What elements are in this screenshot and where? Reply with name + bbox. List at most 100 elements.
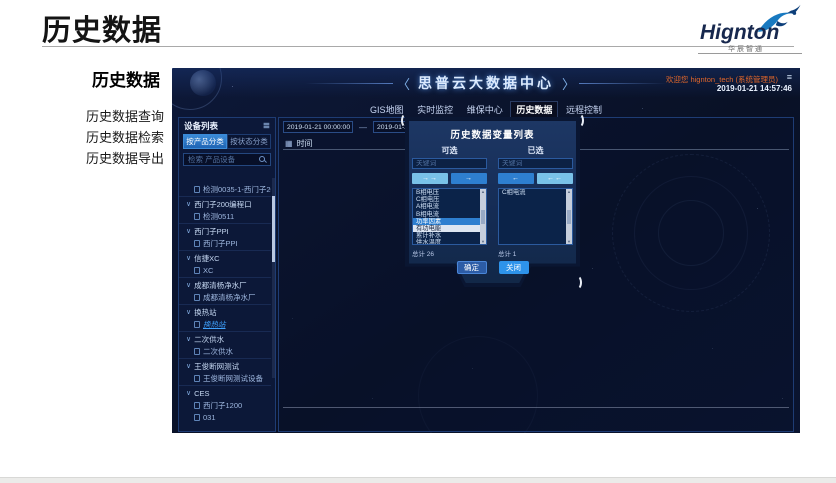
device-tree: 检测0035-1-西门子200∨西门子200编程口检测0511∨西门子PPI西门… — [179, 182, 271, 430]
scroll-down-icon[interactable]: ▼ — [481, 239, 485, 244]
device-panel-title: 设备列表 — [184, 120, 218, 132]
chosen-transfer-buttons: ← ←← — [498, 173, 573, 184]
device-tree-scrollbar[interactable] — [272, 178, 275, 378]
tree-group: ∨CES西门子1200031 — [179, 385, 271, 424]
variable-list-modal: 历史数据变量列表 可选 →→ → B相电压C相电压A相电流B相电流功率因素有功电… — [405, 117, 580, 295]
confirm-button[interactable]: 确定 — [457, 261, 487, 274]
chevron-down-icon: ∨ — [186, 362, 191, 370]
tree-group-header[interactable]: ∨西门子200编程口 — [179, 198, 271, 210]
device-search-input[interactable] — [188, 155, 259, 164]
scroll-down-icon[interactable]: ▼ — [567, 239, 571, 244]
scrollbar-thumb[interactable] — [567, 210, 571, 224]
device-icon — [194, 414, 200, 421]
device-panel: 设备列表 ≣ 按产品分类按状态分类 检测0035-1-西门子200∨西门子200… — [178, 117, 276, 432]
device-panel-tab[interactable]: 按状态分类 — [227, 134, 271, 149]
tree-group-label: 西门子200编程口 — [194, 199, 252, 210]
title-bracket-left: 〈 — [397, 74, 410, 93]
tree-group-label: 西门子PPI — [194, 226, 229, 237]
available-list: B相电压C相电压A相电流B相电流功率因素有功电能累计补水供水温度 ▲ ▼ — [412, 188, 487, 245]
chevron-down-icon: ∨ — [186, 335, 191, 343]
tree-group: ∨二次供水二次供水 — [179, 331, 271, 358]
scroll-up-icon[interactable]: ▲ — [481, 189, 485, 194]
available-total: 总计 26 — [412, 248, 487, 258]
available-column: 可选 →→ → B相电压C相电压A相电流B相电流功率因素有功电能累计补水供水温度… — [412, 145, 487, 258]
chosen-list-scrollbar[interactable]: ▲ ▼ — [566, 189, 572, 244]
chosen-label: 已选 — [498, 145, 573, 156]
tree-device-item[interactable]: 换热站 — [179, 318, 271, 330]
grid-icon: ▦ — [285, 139, 293, 148]
device-panel-tab[interactable]: 按产品分类 — [183, 134, 227, 149]
tree-group-header[interactable]: ∨成都清杨净水厂 — [179, 279, 271, 291]
tree-device-item[interactable]: 二次供水 — [179, 345, 271, 357]
variable-item[interactable]: 功率因素 — [413, 218, 480, 225]
tree-group-label: CES — [194, 389, 209, 398]
tree-group-header[interactable]: ∨二次供水 — [179, 333, 271, 345]
tree-item-label: 西门子PPI — [203, 238, 238, 249]
chosen-list: C相电流 ▲ ▼ — [498, 188, 573, 245]
tree-group: ∨西门子PPI西门子PPI — [179, 223, 271, 250]
tree-group-header[interactable]: ∨换热站 — [179, 306, 271, 318]
chevron-down-icon: ∨ — [186, 227, 191, 235]
page-title: 历史数据 — [42, 7, 162, 49]
nav-tab-实时监控[interactable]: 实时监控 — [411, 101, 459, 118]
move-all-left-button[interactable]: ←← — [537, 173, 573, 184]
available-list-items: B相电压C相电压A相电流B相电流功率因素有功电能累计补水供水温度 — [413, 189, 480, 244]
title-flank-left — [305, 83, 393, 84]
modal-corner-bracket-tr — [574, 113, 584, 128]
tree-item-label: 成都清杨净水厂 — [203, 292, 256, 303]
doc-menu-item: 历史数据导出 — [86, 148, 164, 169]
hamburger-menu-icon[interactable]: ≡ — [787, 72, 792, 82]
main-nav: GIS地图实时监控维保中心历史数据远程控制 — [364, 101, 608, 117]
chevron-down-icon: ∨ — [186, 200, 191, 208]
tree-device-item[interactable]: 031 — [179, 411, 271, 423]
tree-group-header[interactable]: ∨CES — [179, 387, 271, 399]
tree-group-header[interactable]: ∨西门子PPI — [179, 225, 271, 237]
tree-item-label: 检测0035-1-西门子200 — [203, 184, 271, 195]
tree-device-item[interactable]: 西门子PPI — [179, 237, 271, 249]
tree-item-label: 二次供水 — [203, 346, 233, 357]
close-button[interactable]: 关闭 — [499, 261, 529, 274]
available-list-scrollbar[interactable]: ▲ ▼ — [480, 189, 486, 244]
doc-menu-item: 历史数据查询 — [86, 106, 164, 127]
move-left-button[interactable]: ← — [498, 173, 534, 184]
scrollbar-thumb[interactable] — [481, 210, 485, 224]
move-right-button[interactable]: → — [451, 173, 487, 184]
tree-device-item[interactable]: 王俊断网测试设备 — [179, 372, 271, 384]
title-bracket-right: 〉 — [562, 74, 575, 93]
tree-device-item[interactable]: 检测0035-1-西门子200 — [179, 183, 271, 195]
chosen-search-input[interactable] — [499, 160, 572, 167]
nav-tab-远程控制[interactable]: 远程控制 — [560, 101, 608, 118]
nav-tab-维保中心[interactable]: 维保中心 — [461, 101, 509, 118]
variable-item[interactable]: 供水温度 — [413, 239, 480, 244]
variable-item[interactable]: C相电流 — [499, 189, 566, 196]
tree-group-label: 信捷XC — [194, 253, 219, 264]
tree-group-header[interactable]: ∨王俊断网测试 — [179, 360, 271, 372]
tree-group-label: 二次供水 — [194, 334, 224, 345]
logo-underline — [698, 53, 802, 54]
scroll-up-icon[interactable]: ▲ — [567, 189, 571, 194]
device-icon — [194, 402, 200, 409]
nav-tab-历史数据[interactable]: 历史数据 — [510, 101, 558, 118]
modal-corner-bracket-br — [572, 275, 582, 290]
modal-title: 历史数据变量列表 — [405, 127, 580, 141]
search-icon — [259, 156, 266, 163]
dashboard-screenshot: 〈 思普云大数据中心 〉 欢迎您 hignton_tech (系统管理员) ≡ … — [172, 68, 800, 433]
tree-group-header[interactable]: ∨信捷XC — [179, 252, 271, 264]
tree-device-item[interactable]: 成都清杨净水厂 — [179, 291, 271, 303]
tree-device-item[interactable]: XC — [179, 264, 271, 276]
move-all-right-button[interactable]: →→ — [412, 173, 448, 184]
panel-collapse-icon[interactable]: ≣ — [263, 120, 270, 131]
variable-item[interactable]: B相电流 — [413, 211, 480, 218]
device-icon — [194, 240, 200, 247]
available-search-input[interactable] — [413, 160, 486, 167]
scrollbar-thumb[interactable] — [272, 196, 275, 262]
variable-item[interactable]: A相电流 — [413, 203, 480, 210]
device-icon — [194, 375, 200, 382]
tree-item-label: 王俊断网测试设备 — [203, 373, 263, 384]
tree-device-item[interactable]: 西门子1200 — [179, 399, 271, 411]
chevron-down-icon: ∨ — [186, 254, 191, 262]
tree-device-item[interactable]: 检测0511 — [179, 210, 271, 222]
date-from-input[interactable] — [283, 121, 353, 133]
app-title: 思普云大数据中心 — [418, 73, 554, 93]
chosen-list-items: C相电流 — [499, 189, 566, 244]
